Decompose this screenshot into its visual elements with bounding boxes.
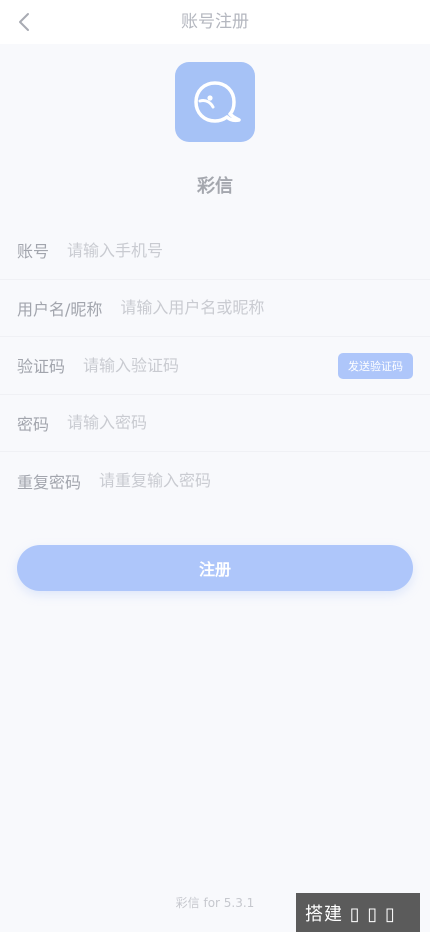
register-form: 账号 用户名/昵称 验证码 发送验证码 密码 重复密码: [0, 222, 430, 510]
password-input[interactable]: [67, 413, 413, 433]
chat-bird-icon: [194, 81, 241, 123]
username-row: 用户名/昵称: [0, 280, 430, 337]
account-label: 账号: [17, 242, 50, 262]
password-row: 密码: [0, 395, 430, 452]
app-logo: [175, 62, 255, 142]
account-input[interactable]: [67, 240, 413, 260]
confirm-password-label: 重复密码: [17, 472, 82, 492]
confirm-password-input[interactable]: [99, 471, 413, 491]
app-name: 彩信: [197, 176, 233, 197]
send-code-button[interactable]: 发送验证码: [338, 353, 413, 379]
username-label: 用户名/昵称: [17, 299, 103, 319]
code-label: 验证码: [17, 357, 66, 377]
account-row: 账号: [0, 222, 430, 280]
password-label: 密码: [17, 414, 50, 434]
code-row: 验证码 发送验证码: [0, 337, 430, 395]
register-button[interactable]: 注册: [17, 545, 413, 591]
username-input[interactable]: [120, 298, 413, 318]
nav-bar: 账号注册: [0, 0, 430, 44]
page-title: 账号注册: [181, 12, 249, 32]
confirm-password-row: 重复密码: [0, 452, 430, 510]
watermark-badge: 搭建 ▯ ▯ ▯: [296, 893, 420, 932]
